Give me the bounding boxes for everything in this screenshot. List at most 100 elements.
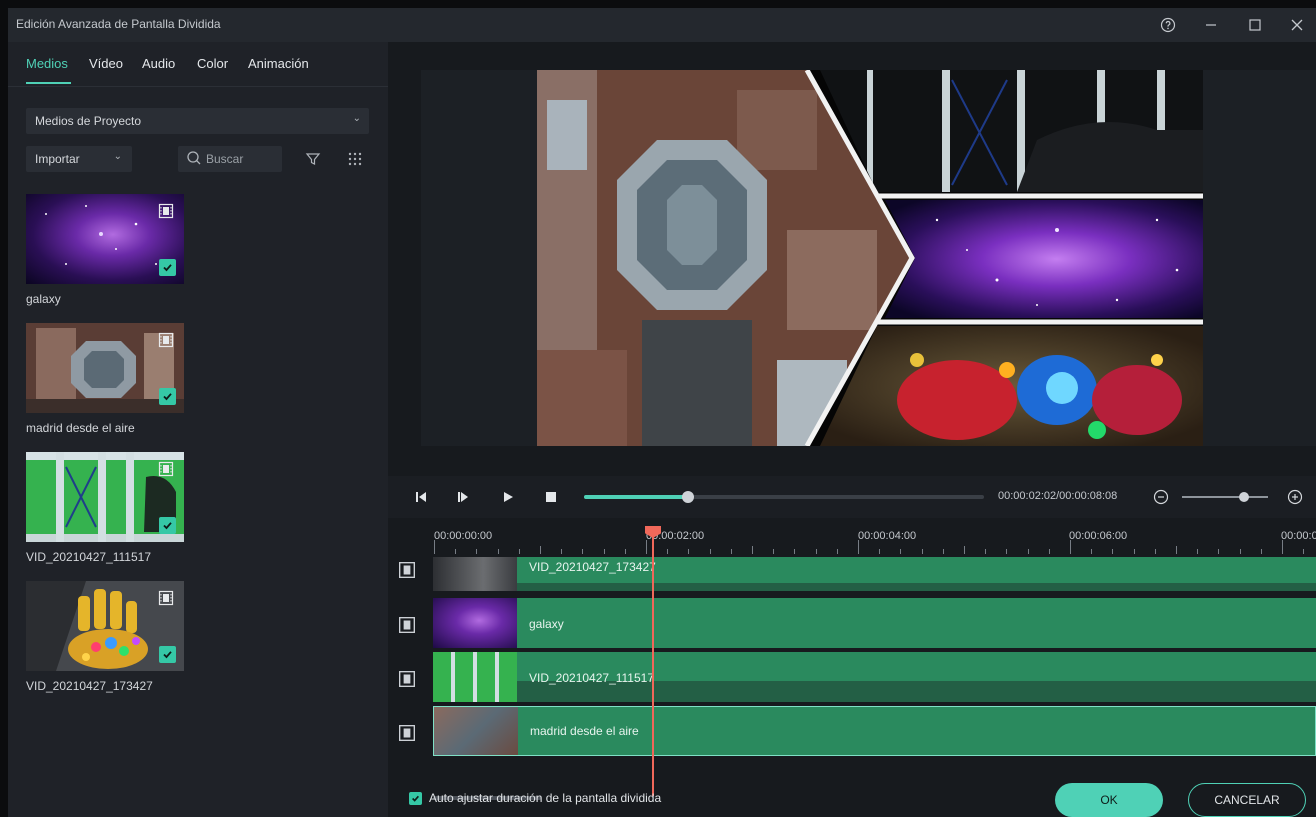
ruler-tick bbox=[879, 549, 881, 554]
timeline-track[interactable]: VID_20210427_111517 bbox=[433, 652, 1316, 702]
ruler-tick bbox=[794, 549, 796, 554]
track-thumbnail bbox=[433, 557, 517, 591]
seek-progress bbox=[584, 495, 688, 499]
autofit-option[interactable]: Auto ajustar duración de la pantalla div… bbox=[409, 791, 661, 805]
tab-audio[interactable]: Audio bbox=[142, 56, 175, 71]
ruler-tick bbox=[730, 549, 732, 554]
media-thumbnail bbox=[26, 194, 184, 284]
check-icon bbox=[159, 517, 176, 534]
ruler-tick bbox=[561, 549, 563, 554]
ruler-tick bbox=[1154, 549, 1156, 554]
timeline-track[interactable]: madrid desde el aire bbox=[433, 706, 1316, 756]
zoom-slider[interactable] bbox=[1182, 492, 1268, 502]
track-name: madrid desde el aire bbox=[530, 724, 639, 738]
track-name: VID_20210427_111517 bbox=[529, 671, 655, 685]
film-icon bbox=[158, 332, 174, 348]
timeline-ruler[interactable]: 00:00:00:00 00:00:02:00 00:00:04:00 00:0… bbox=[388, 522, 1316, 554]
tab-media[interactable]: Medios bbox=[26, 56, 68, 71]
ruler-tick bbox=[1006, 549, 1008, 554]
media-name: galaxy bbox=[26, 292, 61, 306]
filter-icon[interactable] bbox=[303, 149, 323, 169]
ruler-tick bbox=[985, 549, 987, 554]
import-button[interactable]: Importar ⌄ bbox=[26, 146, 132, 172]
search-box[interactable] bbox=[178, 146, 282, 172]
film-icon bbox=[399, 562, 415, 578]
divider bbox=[8, 86, 388, 87]
film-icon bbox=[399, 617, 415, 633]
media-source-value: Medios de Proyecto bbox=[35, 114, 142, 128]
ruler-tick bbox=[836, 549, 838, 554]
ruler-tick bbox=[455, 549, 457, 554]
track-name: VID_20210427_173427 bbox=[529, 560, 656, 574]
minimize-icon[interactable] bbox=[1198, 14, 1224, 36]
maximize-icon[interactable] bbox=[1242, 14, 1268, 36]
ok-button[interactable]: OK bbox=[1055, 783, 1163, 817]
ruler-tick bbox=[624, 549, 626, 554]
active-tab-indicator bbox=[26, 82, 71, 84]
autofit-checkbox[interactable] bbox=[409, 791, 422, 805]
play-icon[interactable] bbox=[499, 488, 517, 506]
window-title: Edición Avanzada de Pantalla Dividida bbox=[16, 17, 221, 31]
media-item[interactable]: galaxy bbox=[26, 194, 184, 306]
media-thumbnail bbox=[26, 452, 184, 542]
film-icon bbox=[158, 461, 174, 477]
timeline-track[interactable]: galaxy bbox=[433, 598, 1316, 648]
track-thumbnail bbox=[433, 652, 517, 702]
tab-animation[interactable]: Animación bbox=[248, 56, 309, 71]
ruler-tick bbox=[858, 540, 859, 554]
media-panel: Medios Vídeo Audio Color Animación Medio… bbox=[8, 42, 388, 817]
step-forward-icon[interactable] bbox=[454, 488, 472, 506]
ruler-tick bbox=[1260, 549, 1262, 554]
timeline-track[interactable]: VID_20210427_173427 bbox=[433, 557, 1316, 591]
playhead[interactable] bbox=[645, 526, 661, 796]
ruler-tick bbox=[1133, 549, 1135, 554]
zoom-handle[interactable] bbox=[1238, 492, 1249, 502]
timecode: 00:00:02:02/00:00:08:08 bbox=[998, 490, 1118, 502]
ruler-label: 00:00:0 bbox=[1281, 530, 1316, 542]
zoom-in-icon[interactable] bbox=[1286, 488, 1304, 506]
track-audio-band bbox=[517, 583, 1316, 591]
ruler-tick bbox=[1070, 540, 1071, 554]
ruler-tick bbox=[709, 549, 711, 554]
ruler-tick bbox=[1091, 549, 1093, 554]
ruler-tick bbox=[646, 540, 647, 554]
search-icon bbox=[187, 151, 201, 165]
ruler-tick bbox=[1303, 549, 1305, 554]
tab-color[interactable]: Color bbox=[197, 56, 228, 71]
media-item[interactable]: VID_20210427_111517 bbox=[26, 452, 184, 564]
ruler-label: 00:00:04:00 bbox=[858, 530, 917, 542]
chevron-down-icon: ⌄ bbox=[352, 113, 361, 124]
cancel-button[interactable]: CANCELAR bbox=[1188, 783, 1306, 817]
ruler-tick bbox=[1197, 549, 1199, 554]
check-icon bbox=[159, 388, 176, 405]
ruler-tick bbox=[434, 540, 435, 554]
ruler-tick bbox=[1027, 549, 1029, 554]
media-item[interactable]: madrid desde el aire bbox=[26, 323, 184, 435]
zoom-out-icon[interactable] bbox=[1152, 488, 1170, 506]
step-back-icon[interactable] bbox=[412, 488, 430, 506]
ruler-tick bbox=[603, 549, 605, 554]
check-icon bbox=[159, 646, 176, 663]
seek-handle[interactable] bbox=[682, 491, 694, 503]
search-input[interactable] bbox=[206, 150, 276, 168]
playback-bar: 00:00:02:02/00:00:08:08 bbox=[388, 476, 1316, 518]
split-screen-canvas[interactable] bbox=[537, 70, 1203, 446]
film-icon bbox=[399, 671, 415, 687]
ruler-tick bbox=[497, 549, 499, 554]
ruler-tick bbox=[476, 549, 478, 554]
film-icon bbox=[158, 590, 174, 606]
ruler-tick bbox=[942, 549, 944, 554]
media-name: VID_20210427_173427 bbox=[26, 679, 153, 693]
preview-area bbox=[421, 70, 1316, 446]
help-icon[interactable] bbox=[1155, 14, 1181, 36]
tab-video[interactable]: Vídeo bbox=[89, 56, 123, 71]
track-thumbnail bbox=[433, 598, 517, 648]
split-screen-preview-image bbox=[537, 70, 1203, 446]
stop-icon[interactable] bbox=[542, 488, 560, 506]
seek-slider[interactable] bbox=[584, 491, 984, 503]
close-icon[interactable] bbox=[1284, 14, 1310, 36]
media-source-dropdown[interactable]: Medios de Proyecto ⌄ bbox=[26, 108, 369, 134]
media-item[interactable]: VID_20210427_173427 bbox=[26, 581, 184, 693]
grid-view-icon[interactable] bbox=[345, 149, 365, 169]
media-thumbnail bbox=[26, 581, 184, 671]
